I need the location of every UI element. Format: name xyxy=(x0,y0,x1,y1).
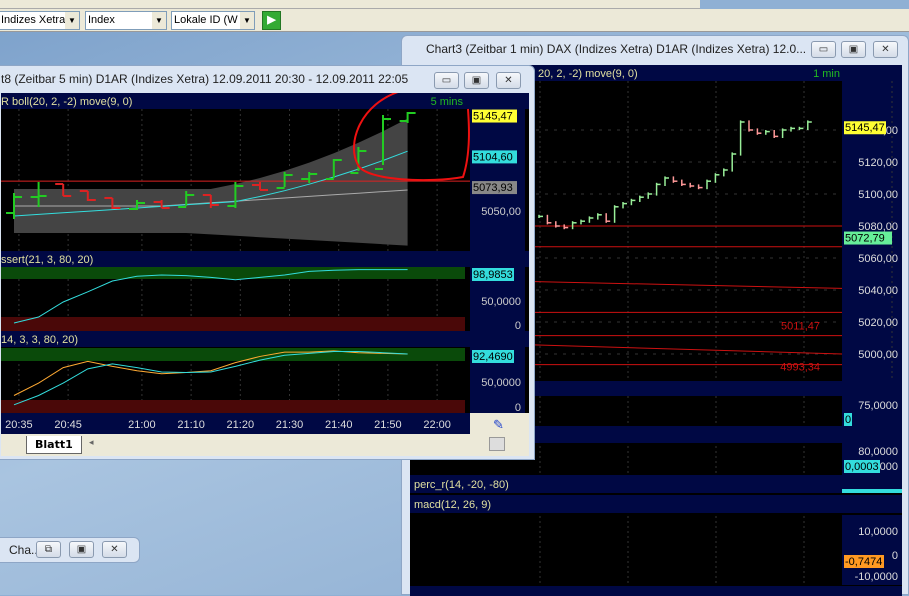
time-label: 21:20 xyxy=(227,419,255,431)
minimized-chart-window[interactable]: Cha... ⧉ ▣ ✕ xyxy=(0,537,140,563)
chevron-down-icon: ▼ xyxy=(152,12,166,29)
axis-label: 5000,00 xyxy=(858,349,898,361)
axis-label: 0 xyxy=(892,550,898,562)
level-label: 4993,34 xyxy=(780,362,820,374)
panel3-value-tag: 0,0003 xyxy=(845,461,879,473)
panel2-value-tag: 0 xyxy=(845,414,851,426)
axis-label: 5060,00 xyxy=(858,253,898,265)
price-axis xyxy=(470,109,525,251)
ind2-value-tag: 92,4690 xyxy=(473,351,513,363)
axis-label: 5100,00 xyxy=(858,189,898,201)
go-arrow-button[interactable]: ▶ xyxy=(262,11,281,30)
ind1-value-tag: 98,9853 xyxy=(473,269,513,281)
time-label: 21:40 xyxy=(325,419,353,431)
time-label: 21:00 xyxy=(128,419,156,431)
oversold-zone xyxy=(1,400,465,413)
minimize-button[interactable]: ▭ xyxy=(811,41,836,58)
perc-r-label: perc_r(14, -20, -80) xyxy=(414,479,509,491)
sheet-tab-blatt1[interactable]: Blatt1 xyxy=(26,436,82,454)
ind2-strip xyxy=(1,331,529,347)
maximize-button[interactable]: ▣ xyxy=(69,541,94,558)
axis-label: 5040,00 xyxy=(858,285,898,297)
overbought-zone xyxy=(1,348,465,361)
overbought-zone xyxy=(1,267,465,279)
main-toolbar-top xyxy=(0,0,700,9)
perc-r-value-tag xyxy=(842,489,902,493)
axis-label: 5080,00 xyxy=(858,221,898,233)
minimize-button[interactable]: ▭ xyxy=(434,72,459,89)
axis-label: 0 xyxy=(515,320,521,332)
type-select[interactable]: Index ▼ xyxy=(85,11,167,30)
axis-label: 75,0000 xyxy=(858,400,898,412)
scroll-left-icon[interactable]: ◂ xyxy=(89,437,94,448)
chart8-plot[interactable]: R boll(20, 2, -2) move(9, 0) 5 mins 5145,4… xyxy=(1,93,529,434)
time-label: 21:30 xyxy=(276,419,304,431)
axis-label: 80,0000 xyxy=(858,446,898,458)
restore-button[interactable]: ⧉ xyxy=(36,541,61,558)
pen-icon: ✎ xyxy=(493,417,504,432)
axis-label: 5120,00 xyxy=(858,157,898,169)
time-label: 21:10 xyxy=(177,419,205,431)
close-button[interactable]: ✕ xyxy=(496,72,521,89)
chart3-indicator-label: 20, 2, -2) move(9, 0) xyxy=(538,68,638,80)
close-button[interactable]: ✕ xyxy=(873,41,898,58)
scrollbar-thumb[interactable] xyxy=(489,437,505,451)
chart8-indicator-label: R boll(20, 2, -2) move(9, 0) xyxy=(1,96,132,108)
oversold-zone xyxy=(1,317,465,331)
macd-label: macd(12, 26, 9) xyxy=(414,499,491,511)
close-button[interactable]: ✕ xyxy=(102,541,127,558)
chart8-window: t8 (Zeitbar 5 min) D1AR (Indizes Xetra) … xyxy=(0,65,535,460)
level-label: 5011,47 xyxy=(781,321,820,333)
axis-label: 50,0000 xyxy=(481,296,521,308)
sheet-tab-bar: Blatt1 ◂ xyxy=(1,434,529,456)
axis-label: 5020,00 xyxy=(858,317,898,329)
time-label: 20:35 xyxy=(5,419,33,431)
axis-label: 10,0000 xyxy=(858,526,898,538)
bollinger-band xyxy=(14,118,408,246)
ma-value-tag: 5104,60 xyxy=(473,151,513,163)
axis-label: 5050,00 xyxy=(481,206,521,218)
ind2-label: 14, 3, 3, 80, 20) xyxy=(1,334,78,346)
maximize-button[interactable]: ▣ xyxy=(841,41,866,58)
interval-label: 5 mins xyxy=(431,96,464,108)
macd-value-tag: -0,7474 xyxy=(845,556,882,568)
interval-label: 1 min xyxy=(813,68,840,80)
lower-band-tag: 5073,93 xyxy=(473,182,513,194)
axis-label: 0 xyxy=(515,402,521,414)
symbol-toolbar: Indizes Xetra ▼ Index ▼ Lokale ID (W ▼ ▶ xyxy=(0,9,909,32)
chevron-down-icon: ▼ xyxy=(65,12,79,29)
chevron-down-icon: ▼ xyxy=(240,12,254,29)
time-label: 21:50 xyxy=(374,419,402,431)
time-label: 22:00 xyxy=(423,419,451,431)
ind1-label: ssert(21, 3, 80, 20) xyxy=(1,254,93,266)
ma-value-tag: 5072,79 xyxy=(845,233,885,245)
last-price-tag: 5145,47 xyxy=(473,111,513,123)
axis-label: 50,0000 xyxy=(481,377,521,389)
axis-label: -10,0000 xyxy=(855,571,898,583)
id-type-select[interactable]: Lokale ID (W ▼ xyxy=(171,11,255,30)
axis-label: 000 xyxy=(880,461,898,473)
time-label: 20:45 xyxy=(54,419,82,431)
exchange-select[interactable]: Indizes Xetra ▼ xyxy=(0,11,80,30)
maximize-button[interactable]: ▣ xyxy=(464,72,489,89)
last-price-tag: 5145,47 xyxy=(845,122,885,134)
